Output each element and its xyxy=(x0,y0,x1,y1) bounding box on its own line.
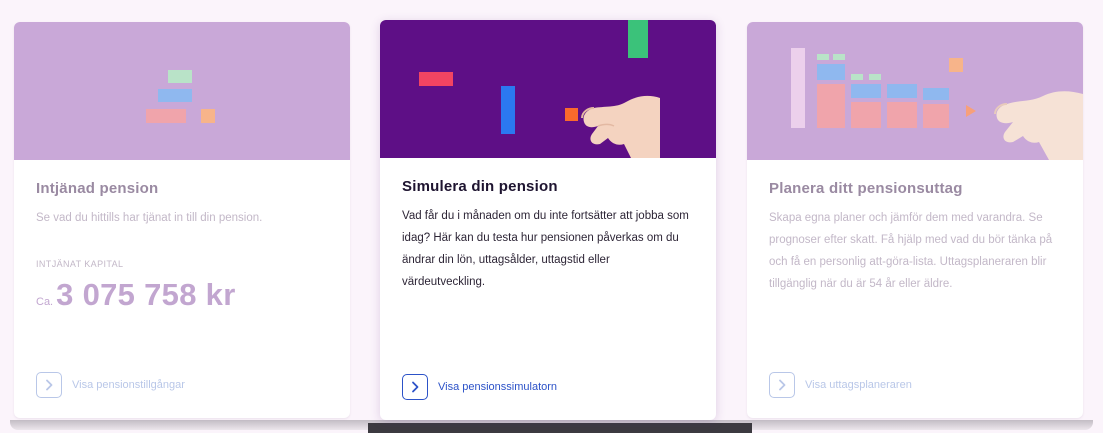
blue-block xyxy=(158,89,192,102)
card-description: Se vad du hittills har tjänat in till di… xyxy=(36,212,263,224)
arrow-button[interactable] xyxy=(769,372,795,398)
red-block xyxy=(419,72,453,86)
card-description: Vad får du i månaden om du inte fortsätt… xyxy=(402,210,689,288)
capital-amount: 3 075 758 kr xyxy=(56,277,236,312)
chevron-right-icon xyxy=(412,381,419,393)
blue-block xyxy=(851,84,881,98)
blue-block xyxy=(887,84,917,98)
green-block xyxy=(628,20,648,58)
card-simulera-pension: Simulera din pension Vad får du i månade… xyxy=(380,20,716,420)
green-block xyxy=(817,54,829,60)
visa-uttagsplaneraren-link[interactable]: Visa uttagsplaneraren xyxy=(769,372,912,398)
card-title: Intjänad pension xyxy=(36,180,159,197)
blue-block xyxy=(817,64,845,80)
arrow-button[interactable] xyxy=(36,372,62,398)
pink-block xyxy=(146,109,186,123)
green-block xyxy=(851,74,863,80)
tall-pale-block xyxy=(791,48,805,128)
capital-prefix: Ca. xyxy=(36,296,54,308)
link-label[interactable]: Visa uttagsplaneraren xyxy=(805,379,912,391)
link-label[interactable]: Visa pensionssimulatorn xyxy=(438,381,557,393)
orange-block xyxy=(949,58,963,72)
blue-block xyxy=(923,88,949,100)
card-title: Simulera din pension xyxy=(402,178,558,195)
banner-stacked-blocks-illustration xyxy=(14,22,350,160)
banner-hand-placing-blocks-illustration xyxy=(380,20,716,158)
card-planera-pensionsuttag: Planera ditt pensionsuttag Skapa egna pl… xyxy=(747,22,1083,418)
chevron-right-icon xyxy=(779,379,786,391)
visa-pensionssimulatorn-link[interactable]: Visa pensionssimulatorn xyxy=(402,374,557,400)
orange-block xyxy=(201,109,215,123)
bottom-dark-strip xyxy=(368,423,752,433)
hand-illustration xyxy=(994,91,1083,160)
green-block xyxy=(869,74,881,80)
banner-block-grid-illustration xyxy=(747,22,1083,160)
pink-block xyxy=(887,102,917,128)
blue-block xyxy=(501,86,515,134)
visa-pensionstillgangar-link[interactable]: Visa pensionstillgångar xyxy=(36,372,185,398)
link-label[interactable]: Visa pensionstillgångar xyxy=(72,379,185,391)
chevron-right-icon xyxy=(46,379,53,391)
card-intjanad-pension: Intjänad pension Se vad du hittills har … xyxy=(14,22,350,418)
capital-value: Ca. 3 075 758 kr xyxy=(36,277,328,313)
green-block xyxy=(833,54,845,60)
arrow-button[interactable] xyxy=(402,374,428,400)
card-title: Planera ditt pensionsuttag xyxy=(769,180,963,197)
capital-label: INTJÄNAT KAPITAL xyxy=(36,259,124,269)
pink-block xyxy=(851,102,881,128)
pink-block xyxy=(817,84,845,128)
green-block xyxy=(168,70,192,83)
hand-illustration xyxy=(581,95,660,158)
card-description: Skapa egna planer och jämför dem med var… xyxy=(769,212,1053,290)
pink-block xyxy=(923,104,949,128)
